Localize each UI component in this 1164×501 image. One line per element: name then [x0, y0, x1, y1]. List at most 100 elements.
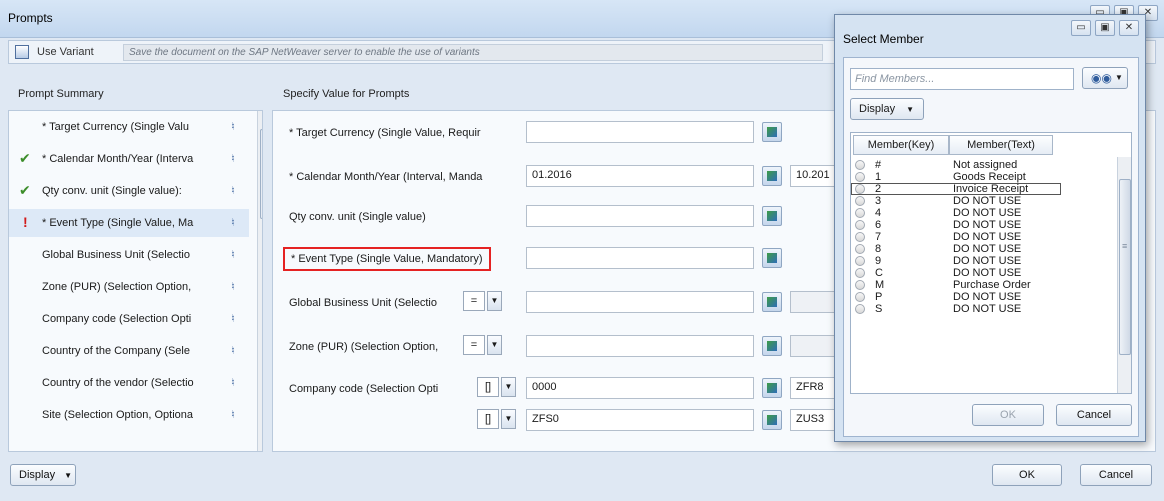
find-members-input[interactable]: Find Members... [850, 68, 1074, 90]
chevron-down-icon[interactable]: ▼ [487, 335, 502, 355]
operator-select[interactable]: = [463, 335, 485, 355]
radio-button[interactable] [855, 256, 865, 266]
summary-item-zone[interactable]: Zone (PUR) (Selection Option, ♮ [9, 273, 249, 301]
summary-item-calendar-month[interactable]: ✔ * Calendar Month/Year (Interva ♮ [9, 145, 249, 173]
pin-icon[interactable]: ♮ [231, 152, 235, 165]
member-row[interactable]: M Purchase Order [851, 279, 1117, 291]
radio-button[interactable] [855, 160, 865, 170]
member-row[interactable]: 7 DO NOT USE [851, 231, 1117, 243]
member-cancel-button[interactable]: Cancel [1056, 404, 1132, 426]
pin-icon[interactable]: ♮ [231, 408, 235, 421]
value-help-icon[interactable] [762, 378, 782, 398]
event-type-input[interactable] [526, 247, 754, 269]
ok-button[interactable]: OK [992, 464, 1062, 486]
chevron-down-icon[interactable]: ▼ [501, 377, 516, 397]
summary-item-country-company[interactable]: Country of the Company (Sele ♮ [9, 337, 249, 365]
radio-button[interactable] [855, 220, 865, 230]
global-business-unit-input[interactable] [526, 291, 754, 313]
value-help-icon[interactable] [762, 292, 782, 312]
pin-icon[interactable]: ♮ [231, 312, 235, 325]
pin-icon[interactable]: ♮ [231, 248, 235, 261]
summary-item-qty-conv-unit[interactable]: ✔ Qty conv. unit (Single value): ♮ [9, 177, 249, 205]
radio-button[interactable] [855, 184, 865, 194]
find-button[interactable]: ◉◉ ▼ [1082, 67, 1128, 89]
restore-icon[interactable]: ▣ [1095, 20, 1115, 36]
radio-button[interactable] [855, 280, 865, 290]
member-text: DO NOT USE [953, 231, 1022, 243]
pin-icon[interactable]: ♮ [231, 184, 235, 197]
summary-item-country-vendor[interactable]: Country of the vendor (Selectio ♮ [9, 369, 249, 397]
radio-button[interactable] [855, 232, 865, 242]
member-row-focused[interactable]: 2 Invoice Receipt [851, 183, 1061, 195]
radio-button[interactable] [855, 172, 865, 182]
member-list-scrollbar[interactable]: ≡ [1117, 157, 1131, 393]
calendar-month-from-input[interactable]: 01.2016 [526, 165, 754, 187]
radio-button[interactable] [855, 244, 865, 254]
value-help-icon[interactable] [762, 248, 782, 268]
summary-item-target-currency[interactable]: * Target Currency (Single Valu ♮ [9, 113, 249, 141]
member-row[interactable]: P DO NOT USE [851, 291, 1117, 303]
value-help-icon[interactable] [762, 122, 782, 142]
scrollbar-grip-icon: ≡ [1122, 241, 1128, 251]
member-row[interactable]: 3 DO NOT USE [851, 195, 1117, 207]
target-currency-input[interactable] [526, 121, 754, 143]
radio-button[interactable] [855, 268, 865, 278]
qty-conv-unit-input[interactable] [526, 205, 754, 227]
value-help-icon[interactable] [762, 206, 782, 226]
cancel-button[interactable]: Cancel [1080, 464, 1152, 486]
operator-select[interactable]: = [463, 291, 485, 311]
chevron-down-icon[interactable]: ▼ [501, 409, 516, 429]
member-key: 9 [875, 255, 882, 267]
member-row[interactable]: 1 Goods Receipt [851, 171, 1117, 183]
member-text: DO NOT USE [953, 195, 1022, 207]
pin-icon[interactable]: ♮ [231, 216, 235, 229]
company-code-from-input[interactable]: 0000 [526, 377, 754, 399]
pin-icon[interactable]: ♮ [231, 376, 235, 389]
summary-item-label: * Calendar Month/Year (Interva [42, 153, 194, 165]
value-help-icon[interactable] [762, 336, 782, 356]
col-header-text[interactable]: Member(Text) [949, 135, 1053, 155]
scrollbar-thumb[interactable] [1119, 179, 1131, 355]
member-text: DO NOT USE [953, 243, 1022, 255]
value-help-icon[interactable] [762, 410, 782, 430]
pin-icon[interactable]: ♮ [231, 344, 235, 357]
radio-button[interactable] [855, 304, 865, 314]
display-button[interactable]: Display ▼ [10, 464, 76, 486]
operator-select[interactable]: [] [477, 377, 499, 397]
col-header-key[interactable]: Member(Key) [853, 135, 949, 155]
member-row[interactable]: # Not assigned [851, 159, 1117, 171]
summary-item-site[interactable]: Site (Selection Option, Optiona ♮ [9, 401, 249, 429]
use-variant-label[interactable]: Use Variant [37, 46, 94, 58]
member-key: P [875, 291, 883, 303]
zone-input[interactable] [526, 335, 754, 357]
member-ok-button[interactable]: OK [972, 404, 1044, 426]
member-row[interactable]: 9 DO NOT USE [851, 255, 1117, 267]
member-row[interactable]: 4 DO NOT USE [851, 207, 1117, 219]
member-row[interactable]: 8 DO NOT USE [851, 243, 1117, 255]
member-row[interactable]: 6 DO NOT USE [851, 219, 1117, 231]
summary-item-company-code[interactable]: Company code (Selection Opti ♮ [9, 305, 249, 333]
binoculars-icon: ◉◉ [1091, 71, 1112, 85]
radio-button[interactable] [855, 208, 865, 218]
member-display-button[interactable]: Display ▼ [850, 98, 924, 120]
chevron-down-icon: ▼ [1115, 73, 1123, 82]
member-row[interactable]: S DO NOT USE [851, 303, 1117, 315]
summary-scrollbar[interactable] [257, 111, 262, 451]
pin-icon[interactable]: ♮ [231, 120, 235, 133]
radio-button[interactable] [855, 292, 865, 302]
company-code-from-input-2[interactable]: ZFS0 [526, 409, 754, 431]
summary-item-event-type[interactable]: ! * Event Type (Single Value, Ma ♮ [9, 209, 249, 237]
value-help-icon[interactable] [762, 166, 782, 186]
minimize-icon[interactable]: ▭ [1071, 20, 1091, 36]
error-icon: ! [23, 214, 28, 230]
chevron-down-icon[interactable]: ▼ [487, 291, 502, 311]
pin-icon[interactable]: ♮ [231, 280, 235, 293]
variant-icon[interactable] [15, 45, 29, 59]
summary-item-global-business-unit[interactable]: Global Business Unit (Selectio ♮ [9, 241, 249, 269]
operator-select[interactable]: [] [477, 409, 499, 429]
scrollbar-thumb[interactable] [260, 129, 262, 219]
close-icon[interactable]: ✕ [1119, 20, 1139, 36]
radio-button[interactable] [855, 196, 865, 206]
member-key: # [875, 159, 882, 171]
member-row[interactable]: C DO NOT USE [851, 267, 1117, 279]
